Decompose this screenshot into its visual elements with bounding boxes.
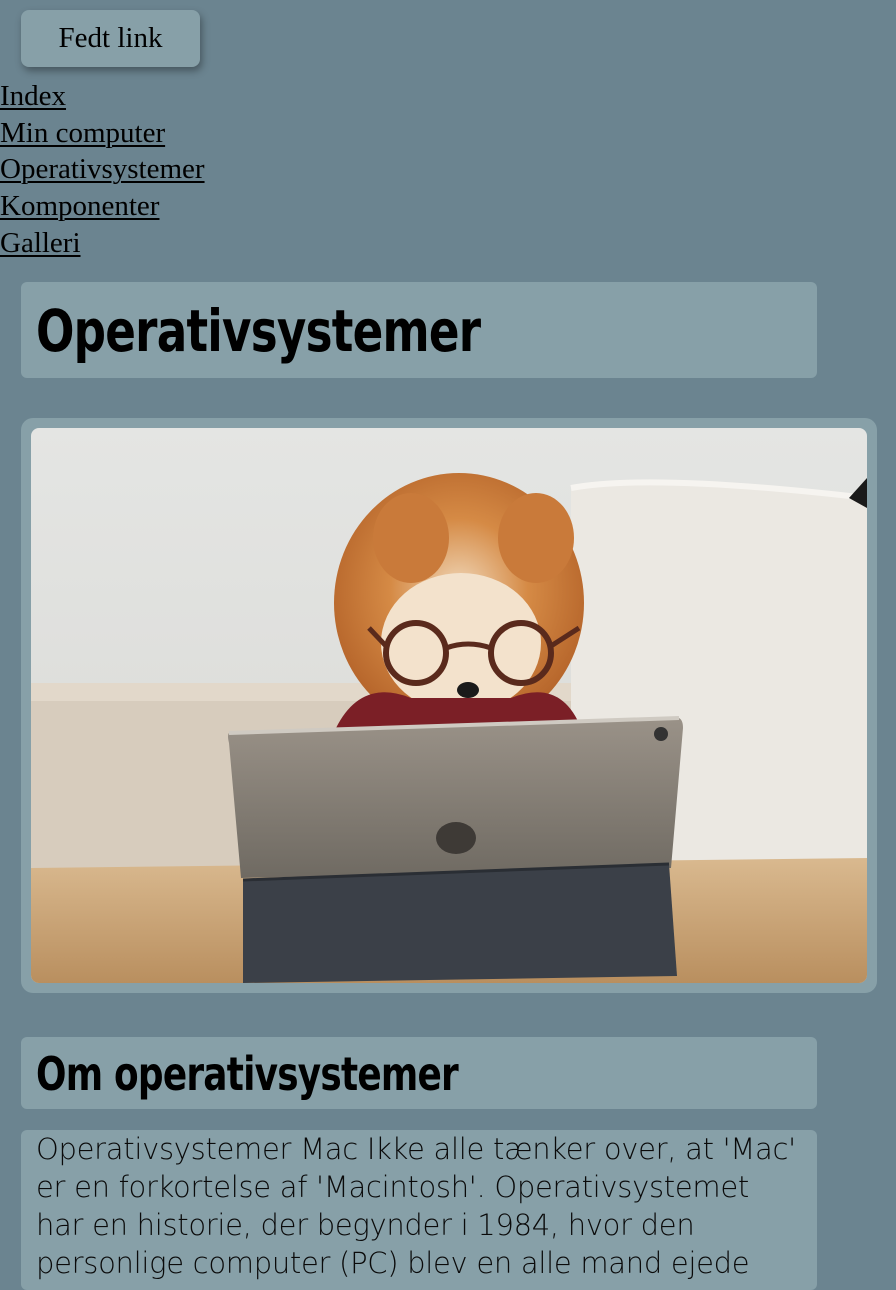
main-nav: Index Min computer Operativsystemer Komp…	[0, 78, 205, 262]
hero-image-frame	[21, 418, 877, 993]
section-text-box: Operativsystemer Mac Ikke alle tænker ov…	[21, 1130, 817, 1290]
nav-link-komponenter[interactable]: Komponenter	[0, 188, 205, 225]
section-paragraph: Operativsystemer Mac Ikke alle tænker ov…	[36, 1132, 796, 1280]
nav-link-galleri[interactable]: Galleri	[0, 225, 205, 262]
nav-link-index[interactable]: Index	[0, 78, 205, 115]
section-heading: Om operativsystemer	[36, 1047, 459, 1101]
nav-link-min-computer[interactable]: Min computer	[0, 115, 205, 152]
dog-with-tablet-image	[31, 428, 867, 983]
nav-link-operativsystemer[interactable]: Operativsystemer	[0, 151, 205, 188]
section-heading-box: Om operativsystemer	[21, 1037, 817, 1109]
page-title: Operativsystemer	[36, 297, 481, 365]
fedt-link-button[interactable]: Fedt link	[21, 10, 200, 67]
page-title-box: Operativsystemer	[21, 282, 817, 378]
